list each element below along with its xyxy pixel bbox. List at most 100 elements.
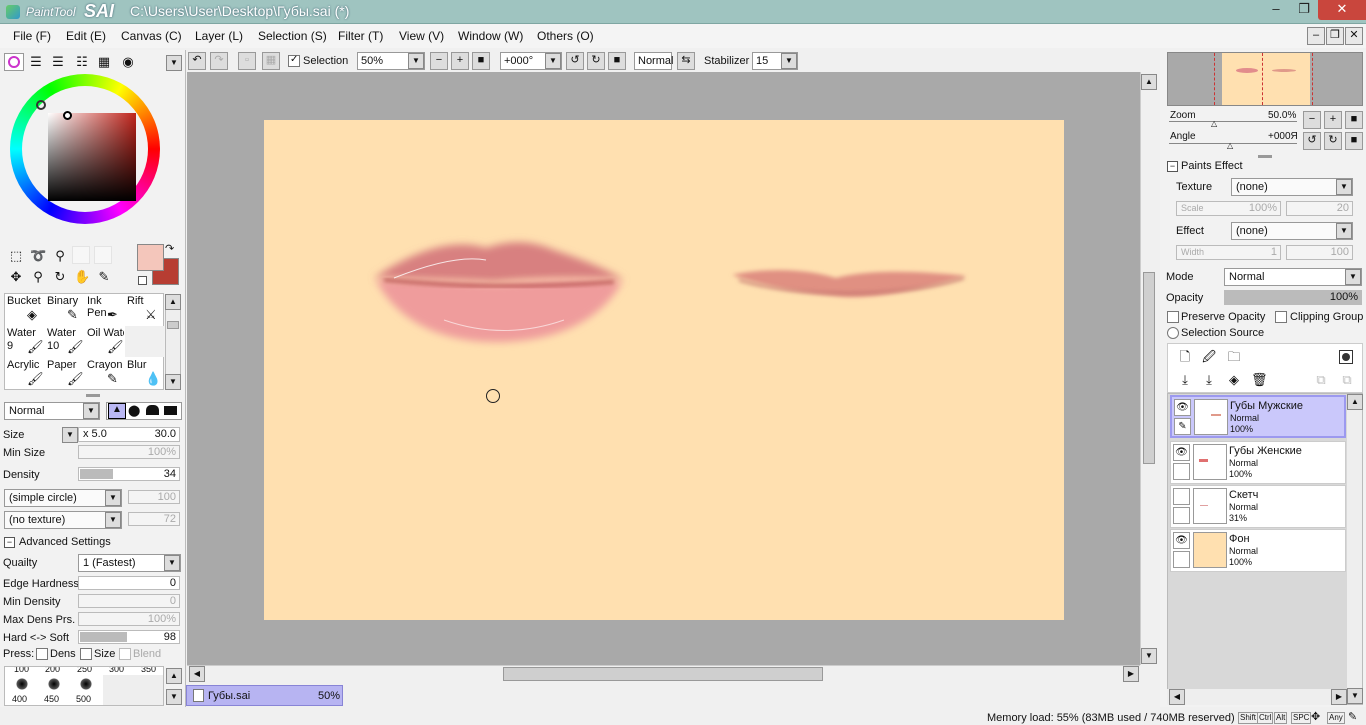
advanced-settings-header[interactable]: Advanced Settings bbox=[19, 536, 111, 548]
undo-button[interactable]: ↶ bbox=[188, 52, 206, 70]
menu-view[interactable]: View (V) bbox=[399, 29, 444, 43]
menu-filter[interactable]: Filter (T) bbox=[338, 29, 383, 43]
scroll-right-icon[interactable]: ▶ bbox=[1331, 689, 1347, 705]
tool-blur[interactable]: Blur 💧 bbox=[125, 358, 164, 389]
tool-rift[interactable]: Rift ⚔ bbox=[125, 294, 164, 325]
layer-list-hscrollbar[interactable]: ◀ ▶ bbox=[1167, 689, 1347, 705]
eye-icon[interactable]: 👁 bbox=[1173, 532, 1190, 549]
pen-icon[interactable]: ✎ bbox=[1174, 418, 1191, 435]
scroll-thumb[interactable] bbox=[167, 321, 179, 329]
size-multiplier-dropdown[interactable]: ▼ bbox=[62, 427, 78, 443]
rect-select-icon[interactable]: ⬚ bbox=[8, 248, 24, 264]
texture-select[interactable]: (none) ▼ bbox=[1231, 178, 1353, 196]
effect-width-field[interactable]: Width 1 bbox=[1176, 245, 1281, 260]
layer-row[interactable]: 👁 ✎ Губы Мужские Normal 100% bbox=[1170, 395, 1346, 438]
foreground-color-swatch[interactable] bbox=[137, 244, 164, 271]
tool-water-10[interactable]: Water 10 🖌 bbox=[45, 326, 84, 357]
scroll-up-icon[interactable]: ▲ bbox=[1141, 74, 1157, 90]
selection-checkbox[interactable]: ✓ bbox=[288, 54, 300, 67]
tool-crayon[interactable]: Crayon ✎ bbox=[85, 358, 124, 389]
nav-zoom-in-button[interactable]: + bbox=[1324, 111, 1342, 129]
canvas-mode-select[interactable]: Normal bbox=[634, 52, 673, 70]
nav-zoom-out-button[interactable]: − bbox=[1303, 111, 1321, 129]
clear-layer-icon[interactable]: ◈ bbox=[1226, 372, 1242, 388]
tool-paper[interactable]: Paper 🖌 bbox=[45, 358, 84, 389]
nav-rotate-right-button[interactable]: ↻ bbox=[1324, 132, 1342, 150]
preserve-opacity-checkbox[interactable] bbox=[1167, 311, 1179, 323]
preset-500[interactable]: 500 bbox=[71, 675, 101, 705]
angle-slider-thumb[interactable]: △ bbox=[1227, 141, 1233, 150]
close-button[interactable]: ✕ bbox=[1318, 0, 1366, 20]
mdi-minimize-button[interactable]: – bbox=[1307, 27, 1325, 45]
layer-mode-select[interactable]: Normal ▼ bbox=[1224, 268, 1362, 286]
menu-others[interactable]: Others (O) bbox=[537, 29, 594, 43]
tool-acrylic[interactable]: Acrylic 🖌 bbox=[5, 358, 44, 389]
lasso-icon[interactable]: ➰ bbox=[30, 248, 46, 264]
clipping-group-checkbox[interactable] bbox=[1275, 311, 1287, 323]
size-field[interactable]: x 5.0 30.0 bbox=[78, 427, 180, 442]
tool-bucket[interactable]: Bucket ◈ bbox=[5, 294, 44, 325]
zoom-slider-track[interactable] bbox=[1169, 121, 1297, 122]
scroll-thumb[interactable] bbox=[1143, 272, 1155, 464]
min-size-field[interactable]: 100% bbox=[78, 445, 180, 459]
canvas-paper[interactable] bbox=[264, 120, 1064, 620]
max-dens-field[interactable]: 100% bbox=[78, 612, 180, 626]
layer-lock-slot[interactable] bbox=[1173, 551, 1190, 568]
texture-scale-field[interactable]: Scale 100% bbox=[1176, 201, 1281, 216]
presets-scroll-down-icon[interactable]: ▼ bbox=[166, 689, 182, 705]
menu-window[interactable]: Window (W) bbox=[458, 29, 523, 43]
zoom-out-button[interactable]: − bbox=[430, 52, 448, 70]
presets-scroll-up-icon[interactable]: ▲ bbox=[166, 668, 182, 684]
brush-texture-strength[interactable]: 72 bbox=[128, 512, 180, 526]
minimize-button[interactable]: – bbox=[1262, 0, 1290, 20]
zoom-select[interactable]: 50% ▼ bbox=[357, 52, 425, 70]
zoom-in-button[interactable]: + bbox=[451, 52, 469, 70]
splitter-handle[interactable] bbox=[86, 394, 100, 397]
scroll-down-icon[interactable]: ▼ bbox=[165, 374, 181, 390]
tool-water-9[interactable]: Water 9 🖌 bbox=[5, 326, 44, 357]
eyedropper-icon[interactable]: ✎ bbox=[96, 269, 112, 285]
scroll-left-icon[interactable]: ◀ bbox=[1169, 689, 1185, 705]
user-swatch-tab-icon[interactable]: ◉ bbox=[120, 54, 136, 70]
brush-shape-select[interactable]: (simple circle) ▼ bbox=[4, 489, 122, 507]
zoom-slider-thumb[interactable]: △ bbox=[1211, 119, 1217, 128]
density-slider[interactable]: 34 bbox=[78, 467, 180, 481]
rotate-icon[interactable]: ↻ bbox=[52, 269, 68, 285]
scroll-down-icon[interactable]: ▼ bbox=[1141, 648, 1157, 664]
sv-cursor[interactable] bbox=[63, 111, 72, 120]
press-dens-checkbox[interactable] bbox=[36, 648, 48, 660]
new-layer-icon[interactable]: 🗋 bbox=[1177, 349, 1193, 365]
layer-mask-icon[interactable] bbox=[1339, 350, 1353, 364]
eye-icon[interactable]: 👁 bbox=[1173, 444, 1190, 461]
paints-effect-header[interactable]: Paints Effect bbox=[1181, 160, 1243, 172]
deselect-button[interactable]: ▫ bbox=[238, 52, 256, 70]
maximize-button[interactable]: ❐ bbox=[1290, 0, 1318, 20]
tool-ink-pen[interactable]: Ink Pen ✒ bbox=[85, 294, 124, 325]
layer-row[interactable]: Скетч Normal 31% bbox=[1170, 485, 1346, 528]
min-density-field[interactable]: 0 bbox=[78, 594, 180, 608]
angle-select[interactable]: +000° ▼ bbox=[500, 52, 562, 70]
scroll-thumb[interactable] bbox=[503, 667, 823, 681]
menu-selection[interactable]: Selection (S) bbox=[258, 29, 327, 43]
collapse-icon[interactable]: − bbox=[4, 537, 15, 548]
shape-sharp-icon[interactable]: ▲ bbox=[108, 403, 126, 419]
visibility-off-slot[interactable] bbox=[1173, 488, 1190, 505]
rotate-right-button[interactable]: ↻ bbox=[587, 52, 605, 70]
merge-down-icon[interactable]: ⤓ bbox=[1201, 372, 1217, 388]
saturation-value-square[interactable] bbox=[48, 113, 136, 201]
new-linework-layer-icon[interactable]: 🖉 bbox=[1201, 349, 1217, 365]
tool-binary[interactable]: Binary ✎ bbox=[45, 294, 84, 325]
blend-mode-select[interactable]: Normal ▼ bbox=[4, 402, 100, 420]
scroll-up-icon[interactable]: ▲ bbox=[165, 294, 181, 310]
shape-flat-icon[interactable] bbox=[146, 405, 159, 415]
edge-hardness-field[interactable]: 0 bbox=[78, 576, 180, 590]
zoom-icon[interactable]: ⚲ bbox=[30, 269, 46, 285]
splitter-handle[interactable] bbox=[1258, 155, 1272, 158]
scroll-down-icon[interactable]: ▼ bbox=[1347, 688, 1363, 704]
layer-lock-slot[interactable] bbox=[1173, 463, 1190, 480]
brush-shape-strength[interactable]: 100 bbox=[128, 490, 180, 504]
layer-row[interactable]: 👁 Губы Женские Normal 100% bbox=[1170, 441, 1346, 484]
layer-disabled-icon-2[interactable]: ⧉ bbox=[1339, 372, 1355, 388]
document-tab[interactable]: Губы.sai 50% bbox=[186, 685, 343, 706]
rotate-reset-button[interactable]: ■ bbox=[608, 52, 626, 70]
